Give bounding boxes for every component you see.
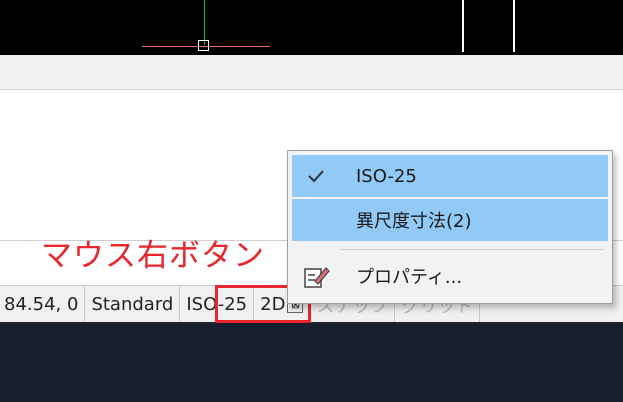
crosshair-y-axis — [204, 0, 205, 45]
menu-item-label: プロパティ... — [356, 267, 463, 288]
checkmark-icon — [292, 155, 340, 197]
context-menu: ISO-25 異尺度寸法(2) プロパティ... — [287, 150, 613, 304]
menu-separator — [340, 249, 604, 250]
menu-item-properties[interactable]: プロパティ... — [292, 255, 608, 297]
properties-pencil-icon — [292, 255, 340, 297]
menu-item-annotative-dimension[interactable]: 異尺度寸法(2) — [292, 199, 608, 241]
drawing-line — [513, 0, 515, 52]
menu-item-label: ISO-25 — [356, 165, 417, 187]
drawing-viewport[interactable] — [0, 0, 623, 55]
menu-item-label: 異尺度寸法(2) — [356, 211, 472, 232]
coordinate-readout: 84.54, 0 — [0, 286, 86, 323]
drawing-line — [462, 0, 464, 52]
text-style-button[interactable]: Standard — [85, 286, 181, 323]
toolbar-strip — [0, 55, 623, 90]
annotation-label: マウス右ボタン — [41, 238, 265, 274]
taskbar-area — [0, 322, 623, 402]
menu-item-iso25[interactable]: ISO-25 — [292, 155, 608, 197]
pickbox-cursor — [198, 40, 209, 51]
